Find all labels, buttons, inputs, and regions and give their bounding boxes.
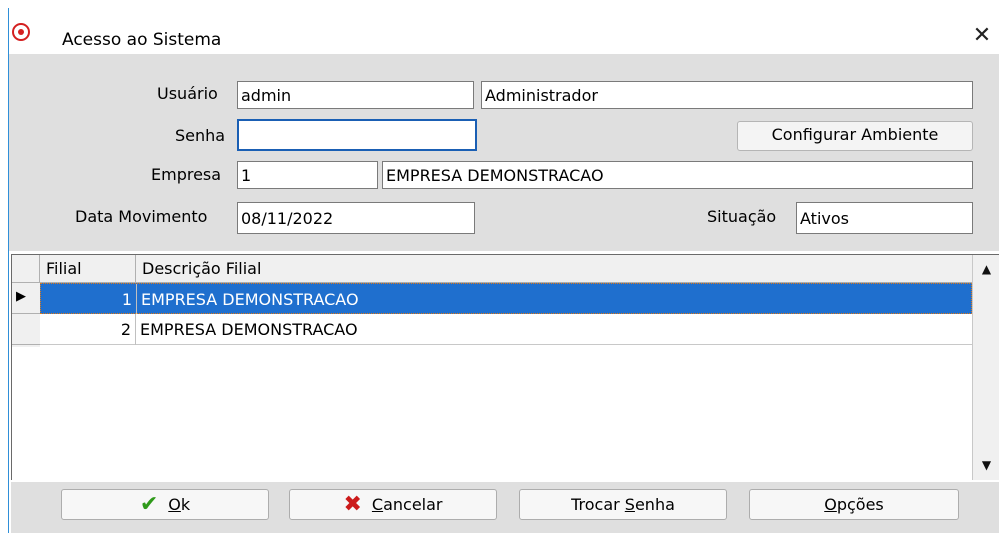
window-title: Acesso ao Sistema bbox=[62, 30, 222, 50]
empresa-label: Empresa bbox=[151, 165, 222, 184]
radio-target-icon bbox=[12, 23, 30, 41]
cell-filial: 2 bbox=[40, 314, 136, 345]
data-movimento-input[interactable] bbox=[237, 202, 475, 234]
empresa-name-field bbox=[382, 161, 973, 189]
row-indicator-column: ▶ bbox=[12, 283, 40, 347]
change-password-button[interactable]: Trocar Senha bbox=[519, 489, 727, 520]
current-row-arrow-icon: ▶ bbox=[16, 289, 26, 304]
options-label-rest: pções bbox=[836, 495, 884, 514]
senha-input[interactable] bbox=[237, 119, 477, 151]
situacao-select[interactable] bbox=[796, 202, 973, 234]
filial-grid: Filial Descrição Filial ▶ 1 EMPRESA DEMO… bbox=[11, 254, 999, 480]
scroll-down-icon[interactable]: ▼ bbox=[973, 453, 999, 477]
ok-label-rest: k bbox=[180, 495, 191, 514]
situacao-label: Situação bbox=[707, 207, 777, 226]
column-header-filial[interactable]: Filial bbox=[40, 255, 136, 282]
senha-label: Senha bbox=[175, 126, 226, 145]
usuario-name-field bbox=[481, 81, 973, 109]
configurar-ambiente-button[interactable]: Configurar Ambiente bbox=[737, 121, 973, 151]
scroll-up-icon[interactable]: ▲ bbox=[973, 257, 999, 281]
data-movimento-label: Data Movimento bbox=[75, 207, 208, 226]
cancel-accel-char: C bbox=[371, 495, 384, 514]
title-bar: Acesso ao Sistema ✕ bbox=[9, 8, 999, 54]
row-indicator: ▶ bbox=[12, 283, 40, 314]
row-indicator bbox=[12, 314, 40, 345]
usuario-code-input[interactable] bbox=[237, 81, 474, 109]
options-button[interactable]: Opções bbox=[749, 489, 959, 520]
options-accel-char: O bbox=[824, 495, 837, 514]
change-password-accel-char: S bbox=[624, 495, 635, 514]
usuario-label: Usuário bbox=[157, 84, 218, 103]
vertical-scrollbar[interactable]: ▲ ▼ bbox=[972, 255, 999, 480]
cancel-button[interactable]: ✖ Cancelar bbox=[289, 489, 497, 520]
table-row[interactable]: 2 EMPRESA DEMONSTRACAO bbox=[40, 314, 972, 345]
change-password-rest: enha bbox=[634, 495, 675, 514]
check-icon: ✔ bbox=[139, 492, 159, 517]
login-dialog: Acesso ao Sistema ✕ Usuário Senha Config… bbox=[8, 8, 999, 533]
indicator-header bbox=[12, 255, 40, 282]
login-form: Usuário Senha Configurar Ambiente Empres… bbox=[9, 54, 999, 251]
empresa-code-input[interactable] bbox=[237, 161, 378, 189]
column-header-descricao[interactable]: Descrição Filial bbox=[136, 255, 972, 282]
close-button[interactable]: ✕ bbox=[964, 20, 999, 52]
x-icon: ✖ bbox=[343, 492, 362, 517]
ok-button[interactable]: ✔ Ok bbox=[61, 489, 269, 520]
button-bar: ✔ Ok ✖ Cancelar Trocar Senha Opções bbox=[11, 482, 999, 533]
change-password-prefix: Trocar bbox=[571, 495, 625, 514]
grid-header: Filial Descrição Filial bbox=[12, 255, 972, 283]
cell-descricao: EMPRESA DEMONSTRACAO bbox=[141, 290, 359, 309]
ok-accel-char: O bbox=[168, 495, 181, 514]
cell-filial: 1 bbox=[41, 284, 137, 315]
cell-descricao: EMPRESA DEMONSTRACAO bbox=[140, 320, 358, 339]
table-row[interactable]: 1 EMPRESA DEMONSTRACAO bbox=[40, 283, 972, 315]
cancel-label-rest: ancelar bbox=[383, 495, 443, 514]
